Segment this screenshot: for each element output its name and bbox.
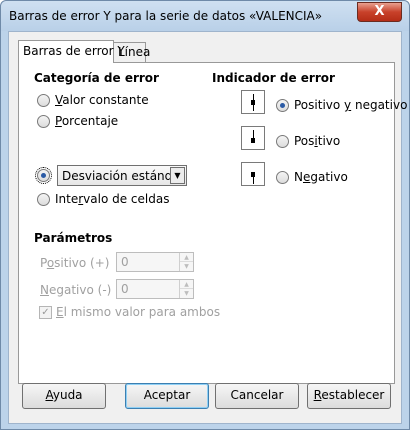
- help-button[interactable]: Ayuda: [22, 383, 106, 409]
- negative-value-stepper[interactable]: 0 ▲ ▼: [116, 279, 194, 299]
- radio-button[interactable]: [37, 94, 50, 107]
- dialog-client-area: Barras de error Y Línea Categoría de err…: [8, 31, 407, 424]
- radio-cell-range[interactable]: Intervalo de celdas: [37, 191, 207, 209]
- radio-button[interactable]: [276, 135, 289, 148]
- dialog-window: Barras de error Y para la serie de datos…: [0, 0, 410, 430]
- radio-label-cell-range: Intervalo de celdas: [55, 192, 170, 206]
- title-bar[interactable]: Barras de error Y para la serie de datos…: [1, 1, 409, 31]
- negative-param-label: Negativo (-): [40, 283, 112, 297]
- reset-button[interactable]: Restablecer: [307, 383, 391, 409]
- tab-error-bars-y[interactable]: Barras de error Y: [18, 40, 125, 63]
- tab-panel: Categoría de error Valor constante Porce…: [18, 62, 407, 384]
- radio-label-negative: Negativo: [294, 170, 348, 184]
- same-value-checkbox[interactable]: ✓: [39, 306, 52, 319]
- positive-value: 0: [121, 255, 129, 269]
- radio-constant-value[interactable]: Valor constante: [37, 92, 207, 110]
- error-bar-negative-icon: [241, 162, 265, 186]
- radio-label-positive: Positivo: [294, 134, 341, 148]
- radio-label-percentage: Porcentaje: [55, 114, 119, 128]
- radio-button-selected[interactable]: [276, 99, 289, 112]
- radio-function[interactable]: [35, 167, 57, 185]
- error-category-title: Categoría de error: [34, 71, 159, 85]
- error-bar-both-icon: [241, 90, 265, 114]
- error-indicator-title: Indicador de error: [212, 71, 335, 85]
- spin-down-icon[interactable]: ▼: [180, 262, 193, 271]
- function-select[interactable]: Desviación estándar ▼: [57, 165, 187, 186]
- radio-button[interactable]: [37, 193, 50, 206]
- window-title: Barras de error Y para la serie de datos…: [9, 9, 323, 23]
- error-bar-positive-icon: [241, 126, 265, 150]
- radio-positive-negative[interactable]: Positivo y negativo: [276, 97, 407, 115]
- radio-label-positive-negative: Positivo y negativo: [294, 98, 408, 112]
- spin-buttons: ▲ ▼: [179, 253, 193, 271]
- radio-button[interactable]: [276, 171, 289, 184]
- spin-down-icon[interactable]: ▼: [180, 289, 193, 298]
- function-select-value: Desviación estándar: [62, 169, 185, 183]
- negative-value: 0: [121, 282, 129, 296]
- ok-button[interactable]: Aceptar: [125, 383, 209, 409]
- positive-param-label: Positivo (+): [40, 256, 110, 270]
- radio-button[interactable]: [37, 115, 50, 128]
- radio-button-selected[interactable]: [35, 167, 52, 184]
- radio-label-constant: Valor constante: [55, 93, 149, 107]
- radio-positive[interactable]: Positivo: [276, 133, 376, 151]
- same-value-label: El mismo valor para ambos: [56, 305, 221, 319]
- cancel-button[interactable]: Cancelar: [215, 383, 299, 409]
- spin-buttons: ▲ ▼: [179, 280, 193, 298]
- close-button[interactable]: X: [357, 2, 402, 22]
- positive-value-stepper[interactable]: 0 ▲ ▼: [116, 252, 194, 272]
- radio-percentage[interactable]: Porcentaje: [37, 113, 207, 131]
- chevron-down-icon[interactable]: ▼: [170, 167, 185, 184]
- spin-up-icon[interactable]: ▲: [180, 280, 193, 289]
- parameters-title: Parámetros: [34, 231, 113, 245]
- radio-negative[interactable]: Negativo: [276, 169, 376, 187]
- spin-up-icon[interactable]: ▲: [180, 253, 193, 262]
